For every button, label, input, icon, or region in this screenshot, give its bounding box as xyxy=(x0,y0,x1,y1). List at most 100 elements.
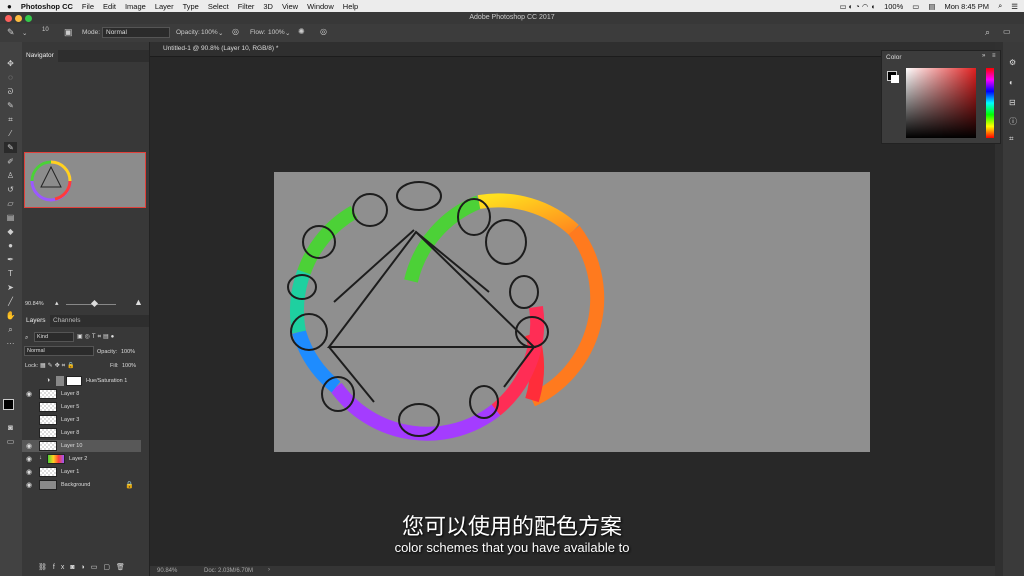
lock-icons[interactable]: ▦✎✥⌗🔒 xyxy=(40,362,77,370)
visibility-eye-icon[interactable]: ◉ xyxy=(26,390,32,398)
eyedropper-tool-icon[interactable]: ⁄ xyxy=(4,128,17,139)
layer-row[interactable]: ◑ Hue/Saturation 1 xyxy=(22,375,141,387)
panel-collapse-icon[interactable]: » xyxy=(982,53,985,59)
visibility-eye-icon[interactable]: ◉ xyxy=(26,455,32,463)
color-field[interactable] xyxy=(906,68,976,138)
menu-window[interactable]: Window xyxy=(307,2,334,11)
visibility-eye-icon[interactable]: ◉ xyxy=(26,468,32,476)
marquee-tool-icon[interactable]: ◌ xyxy=(4,72,17,83)
pressure-opacity-icon[interactable]: ◎ xyxy=(232,27,239,36)
line-tool-icon[interactable]: ╱ xyxy=(4,296,17,307)
quick-select-tool-icon[interactable]: ✎ xyxy=(4,100,17,111)
status-zoom[interactable]: 90.84% xyxy=(157,568,177,574)
layer-row[interactable]: ◉ Background 🔒 xyxy=(22,479,141,491)
tab-layers[interactable]: Layers xyxy=(22,315,50,327)
brush-preset-chevron-icon[interactable]: ⌄ xyxy=(22,29,27,37)
notification-center-icon[interactable]: ☰ xyxy=(1011,2,1018,11)
path-select-tool-icon[interactable]: ➤ xyxy=(4,282,17,293)
pencil-tool-icon[interactable]: ✐ xyxy=(4,156,17,167)
menu-edit[interactable]: Edit xyxy=(103,2,116,11)
dodge-tool-icon[interactable]: ● xyxy=(4,240,17,251)
navigator-zoom-value[interactable]: 90.84% xyxy=(25,301,44,307)
properties-icon[interactable]: ⌗ xyxy=(1009,134,1014,144)
panel-menu-icon[interactable]: ≡ xyxy=(992,53,996,59)
menu-3d[interactable]: 3D xyxy=(263,2,273,11)
document-tab-title[interactable]: Untitled-1 @ 90.8% (Layer 10, RGB/8) * xyxy=(163,45,278,52)
layer-row[interactable]: ◉ Layer 8 xyxy=(22,388,141,400)
tab-channels[interactable]: Channels xyxy=(49,315,84,327)
zoom-out-icon[interactable]: ▴ xyxy=(55,299,59,307)
filter-kind-icon[interactable]: ⌕ xyxy=(25,335,28,342)
flow-chevron-icon[interactable]: ⌄ xyxy=(285,29,290,37)
document-tab[interactable]: Untitled-1 @ 90.8% (Layer 10, RGB/8) * xyxy=(150,42,995,57)
adjustments-icon[interactable]: ◐ xyxy=(1009,78,1014,87)
brush-size-value[interactable]: 10 xyxy=(42,27,49,33)
apple-icon[interactable]: ● xyxy=(7,2,12,11)
layer-row[interactable]: Layer 8 xyxy=(22,427,141,439)
layer-row-selected[interactable]: ◉ Layer 10 xyxy=(22,440,141,452)
clone-stamp-tool-icon[interactable]: ♙ xyxy=(4,170,17,181)
filter-kind-select[interactable]: Kind xyxy=(34,332,74,342)
more-tools-icon[interactable]: ··· xyxy=(4,338,17,349)
menu-file[interactable]: File xyxy=(82,2,94,11)
layer-row[interactable]: ◉ Layer 1 xyxy=(22,466,141,478)
quick-mask-icon[interactable]: ◙ xyxy=(4,422,17,433)
filter-icons[interactable]: ▣◎T⌗▤● xyxy=(77,333,116,341)
search-icon[interactable]: ⌕ xyxy=(985,27,990,38)
layer-row[interactable]: ◉ ↓ Layer 2 xyxy=(22,453,141,465)
workspace-icon[interactable]: ▭ xyxy=(1003,27,1011,36)
mode-select[interactable]: Normal xyxy=(102,27,170,38)
fill-value[interactable]: 100% xyxy=(122,363,136,369)
pressure-size-icon[interactable]: ◎ xyxy=(320,27,327,36)
styles-icon[interactable]: ⊟ xyxy=(1009,98,1016,107)
move-tool-icon[interactable]: ✥ xyxy=(4,58,17,69)
menu-layer[interactable]: Layer xyxy=(155,2,174,11)
brush-tool-icon[interactable]: ✎ xyxy=(7,27,15,38)
menu-help[interactable]: Help xyxy=(343,2,358,11)
opacity-value[interactable]: 100% xyxy=(201,29,218,36)
zoom-in-icon[interactable]: ▲ xyxy=(134,297,143,307)
tab-navigator[interactable]: Navigator xyxy=(22,50,58,62)
spotlight-icon[interactable]: ⌕ xyxy=(998,1,1002,11)
status-chevron-icon[interactable]: › xyxy=(268,567,270,573)
layers-footer-icons[interactable]: ⛓fx◙◑▭▢🗑 xyxy=(22,561,149,575)
menu-image[interactable]: Image xyxy=(125,2,146,11)
type-tool-icon[interactable]: T xyxy=(4,268,17,279)
airbrush-icon[interactable]: ✺ xyxy=(298,27,305,36)
libraries-icon[interactable]: ⚙ xyxy=(1009,58,1016,67)
flag-icon[interactable]: ▤ xyxy=(928,2,935,11)
visibility-eye-icon[interactable]: ◉ xyxy=(26,442,32,450)
layer-row[interactable]: Layer 5 xyxy=(22,401,141,413)
crop-tool-icon[interactable]: ⌗ xyxy=(4,114,17,125)
background-color-swatch[interactable] xyxy=(891,75,899,83)
brush-tool-icon[interactable]: ✎ xyxy=(4,142,17,153)
menu-view[interactable]: View xyxy=(282,2,298,11)
zoom-slider-thumb[interactable] xyxy=(90,299,99,308)
lasso-tool-icon[interactable]: ᘐ xyxy=(4,86,17,97)
eraser-tool-icon[interactable]: ▱ xyxy=(4,198,17,209)
screen-mode-icon[interactable]: ▭ xyxy=(4,436,17,447)
hue-slider[interactable] xyxy=(986,68,994,138)
zoom-tool-icon[interactable]: ⌕ xyxy=(4,324,17,335)
document-canvas[interactable] xyxy=(274,172,870,452)
flow-value[interactable]: 100% xyxy=(268,29,285,36)
menu-filter[interactable]: Filter xyxy=(238,2,255,11)
layer-opacity-value[interactable]: 100% xyxy=(121,349,135,355)
foreground-color-swatch[interactable] xyxy=(3,399,14,410)
gradient-tool-icon[interactable]: ▤ xyxy=(4,212,17,223)
blur-tool-icon[interactable]: ◆ xyxy=(4,226,17,237)
navigator-preview[interactable] xyxy=(24,152,146,208)
menu-select[interactable]: Select xyxy=(208,2,229,11)
brush-panel-icon[interactable]: ▣ xyxy=(64,27,73,38)
pen-tool-icon[interactable]: ✒ xyxy=(4,254,17,265)
layer-row[interactable]: Layer 3 xyxy=(22,414,141,426)
history-brush-tool-icon[interactable]: ↺ xyxy=(4,184,17,195)
canvas-area[interactable] xyxy=(150,42,995,566)
visibility-eye-icon[interactable]: ◉ xyxy=(26,481,32,489)
hand-tool-icon[interactable]: ✋ xyxy=(4,310,17,321)
blend-mode-select[interactable]: Normal xyxy=(24,346,94,356)
menu-type[interactable]: Type xyxy=(183,2,199,11)
opacity-chevron-icon[interactable]: ⌄ xyxy=(218,29,223,37)
menu-app-name[interactable]: Photoshop CC xyxy=(21,2,73,11)
info-icon[interactable]: ⓘ xyxy=(1009,116,1017,127)
